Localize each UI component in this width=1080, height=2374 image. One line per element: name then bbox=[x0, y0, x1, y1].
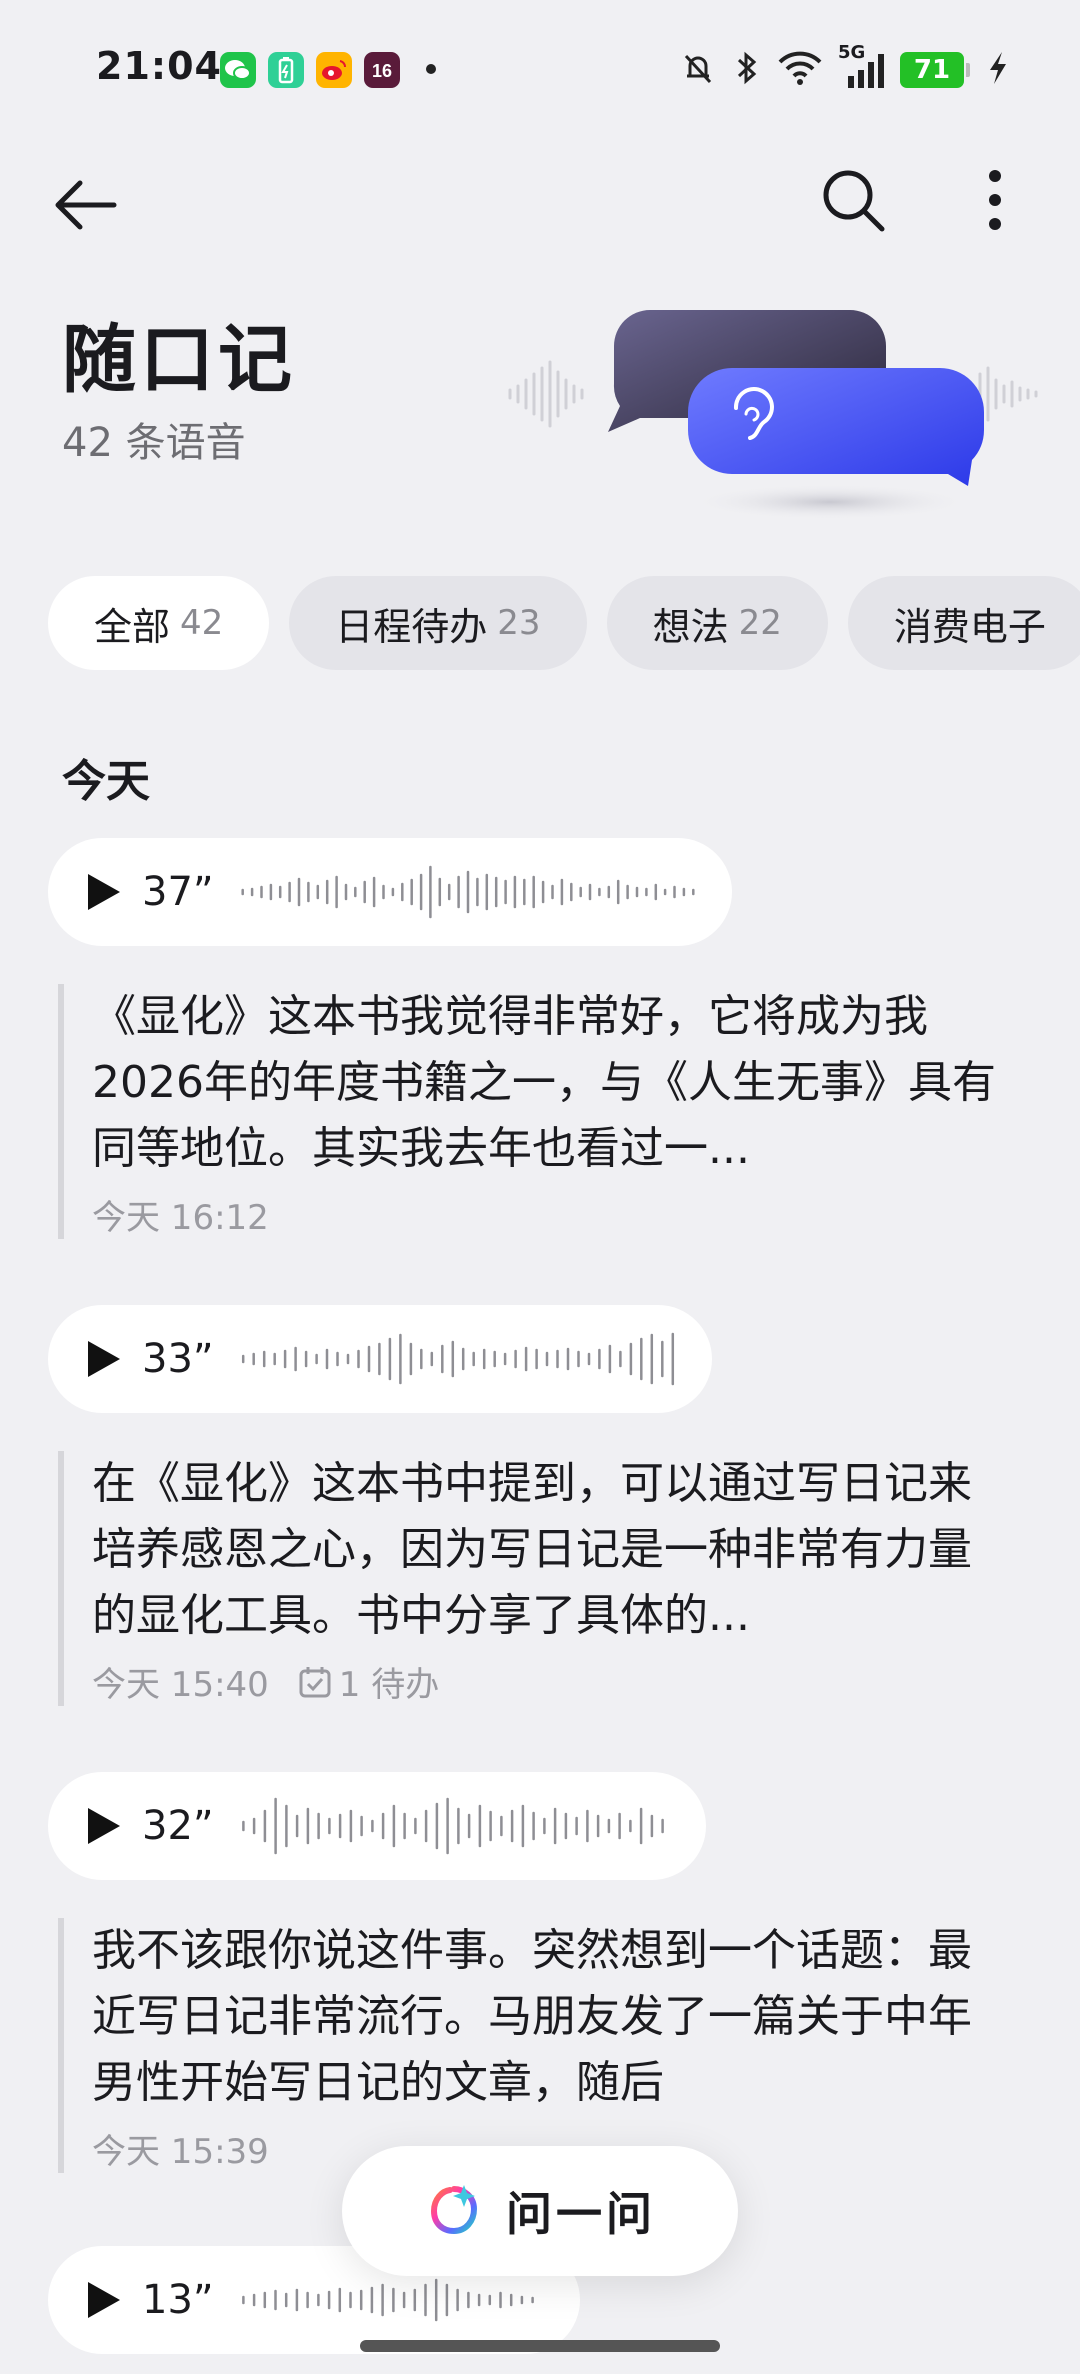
note-transcript: 我不该跟你说这件事。突然想到一个话题：最近写日记非常流行。马朋友发了一篇关于中年… bbox=[92, 1925, 972, 2108]
note-timestamp: 今天 16:12 bbox=[92, 1198, 269, 1238]
note-transcript: 《显化》这本书我觉得非常好，它将成为我2026年的年度书籍之一，与《人生无事》具… bbox=[92, 991, 996, 1174]
home-indicator[interactable] bbox=[360, 2340, 720, 2352]
note-transcript: 在《显化》这本书中提到，可以通过写日记来培养感恩之心，因为写日记是一种非常有力量… bbox=[92, 1458, 972, 1641]
note-body[interactable]: 《显化》这本书我觉得非常好，它将成为我2026年的年度书籍之一，与《人生无事》具… bbox=[58, 984, 1048, 1239]
filter-chip-all[interactable]: 全部 42 bbox=[48, 576, 270, 670]
filter-chip-label: 日程待办 bbox=[335, 604, 488, 649]
note-meta: 今天 16:12 bbox=[92, 1190, 1048, 1239]
filter-chip-electronics[interactable]: 消费电子 bbox=[847, 576, 1080, 670]
more-vertical-icon bbox=[989, 170, 1001, 230]
play-icon[interactable] bbox=[88, 1808, 120, 1844]
page-title: 随口记 bbox=[62, 317, 296, 403]
play-icon[interactable] bbox=[88, 1341, 120, 1377]
calendar-icon: 16 bbox=[364, 52, 400, 88]
voice-player[interactable]: 37” bbox=[48, 838, 732, 946]
waveform bbox=[241, 865, 695, 919]
note-body[interactable]: 我不该跟你说这件事。突然想到一个话题：最近写日记非常流行。马朋友发了一篇关于中年… bbox=[58, 1918, 1048, 2173]
speech-bubbles-illustration bbox=[500, 290, 1060, 530]
todo-checkbox-icon bbox=[299, 1666, 331, 1697]
voice-duration: 37” bbox=[142, 869, 214, 915]
mute-icon bbox=[678, 48, 718, 92]
weibo-icon bbox=[316, 52, 352, 88]
charging-icon bbox=[986, 48, 1010, 92]
note-meta: 今天 15:40 1 待办 bbox=[92, 1657, 1048, 1706]
ask-button[interactable]: 问一问 bbox=[342, 2146, 738, 2276]
play-icon[interactable] bbox=[88, 874, 120, 910]
filter-chip-schedule[interactable]: 日程待办 23 bbox=[289, 576, 587, 670]
ai-sparkle-icon bbox=[430, 2185, 478, 2235]
todo-count: 1 待办 bbox=[338, 1665, 440, 1705]
filter-chip-count: 22 bbox=[738, 603, 782, 643]
voice-count: 42 条语音 bbox=[62, 420, 246, 466]
filter-chip-count: 23 bbox=[497, 603, 541, 643]
voice-player[interactable]: 33” bbox=[48, 1305, 712, 1413]
arrow-left-icon bbox=[55, 180, 117, 230]
battery-level: 71 bbox=[900, 52, 970, 88]
note-timestamp: 今天 15:39 bbox=[92, 2132, 269, 2172]
filter-chip-label: 全部 bbox=[94, 604, 171, 649]
cell-signal-icon: 5G bbox=[838, 42, 886, 94]
voice-note-card: 37” 《显化》这本书我觉得非常好，它将成为我2026年的年度书籍之一，与《人生… bbox=[48, 838, 1048, 1239]
back-button[interactable] bbox=[40, 160, 130, 250]
waveform bbox=[241, 1332, 675, 1386]
ask-button-label: 问一问 bbox=[506, 2187, 656, 2241]
filter-chip-label: 想法 bbox=[652, 604, 729, 649]
voice-duration: 33” bbox=[142, 1336, 214, 1382]
status-time: 21:04 bbox=[96, 44, 222, 88]
svg-text:16: 16 bbox=[372, 61, 392, 81]
search-icon bbox=[823, 170, 885, 232]
voice-duration: 13” bbox=[142, 2277, 214, 2323]
battery-saver-icon bbox=[268, 52, 304, 88]
notification-dot bbox=[426, 64, 436, 74]
filter-chips: 全部 42 日程待办 23 想法 22 消费电子 bbox=[48, 576, 1080, 672]
wifi-icon bbox=[776, 48, 824, 92]
voice-duration: 32” bbox=[142, 1803, 214, 1849]
section-title-today: 今天 bbox=[62, 756, 150, 807]
waveform bbox=[242, 1797, 664, 1855]
filter-chip-ideas[interactable]: 想法 22 bbox=[606, 576, 828, 670]
filter-chip-count: 42 bbox=[180, 603, 224, 643]
wechat-icon bbox=[220, 52, 256, 88]
filter-chip-label: 消费电子 bbox=[893, 604, 1046, 649]
status-bar: 21:04 16 5G 71 bbox=[0, 0, 1080, 140]
voice-note-card: 33” 在《显化》这本书中提到，可以通过写日记来培养感恩之心，因为写日记是一种非… bbox=[48, 1305, 1048, 1706]
note-timestamp: 今天 15:40 bbox=[92, 1665, 269, 1705]
bluetooth-icon bbox=[732, 48, 762, 92]
more-button[interactable] bbox=[950, 155, 1040, 245]
note-body[interactable]: 在《显化》这本书中提到，可以通过写日记来培养感恩之心，因为写日记是一种非常有力量… bbox=[58, 1451, 1048, 1706]
status-indicators: 5G 71 bbox=[678, 42, 1010, 94]
todo-badge[interactable]: 1 待办 bbox=[297, 1657, 439, 1706]
play-icon[interactable] bbox=[88, 2282, 120, 2318]
voice-note-card: 32” 我不该跟你说这件事。突然想到一个话题：最近写日记非常流行。马朋友发了一篇… bbox=[48, 1772, 1048, 2173]
network-type: 5G bbox=[838, 42, 866, 63]
voice-player[interactable]: 32” bbox=[48, 1772, 706, 1880]
search-button[interactable] bbox=[808, 155, 898, 245]
